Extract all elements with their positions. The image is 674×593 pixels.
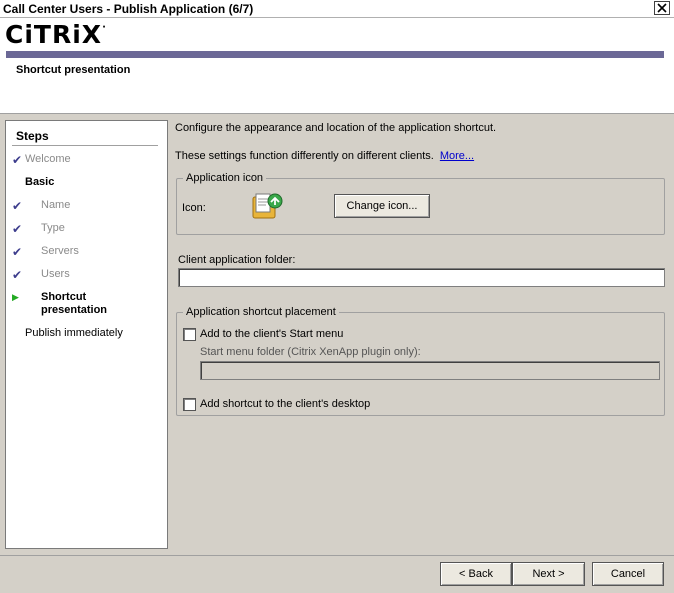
note-text: These settings function differently on d… <box>175 150 475 162</box>
more-link[interactable]: More... <box>440 150 474 162</box>
checkmark-icon: ✔ <box>12 268 23 282</box>
start-menu-checkbox[interactable] <box>183 328 196 341</box>
step-shortcut-presentation: ▶ Shortcut presentation <box>12 291 108 316</box>
close-button[interactable] <box>654 1 670 15</box>
next-button[interactable]: Next > <box>512 562 585 586</box>
start-menu-folder-input[interactable] <box>200 361 660 380</box>
intro-text: Configure the appearance and location of… <box>175 122 497 134</box>
application-icon-legend: Application icon <box>186 172 264 184</box>
step-publish-immediately: Publish immediately <box>25 327 123 339</box>
desktop-shortcut-checkbox-label[interactable]: Add shortcut to the client's desktop <box>200 398 370 410</box>
brand-bar <box>6 51 664 58</box>
footer-divider <box>0 555 674 556</box>
shortcut-placement-legend: Application shortcut placement <box>186 306 336 318</box>
checkmark-icon: ✔ <box>12 222 23 236</box>
checkmark-icon: ✔ <box>12 153 23 167</box>
icon-label: Icon: <box>182 202 206 214</box>
title-bar: Call Center Users - Publish Application … <box>0 0 674 18</box>
back-button[interactable]: < Back <box>440 562 512 586</box>
cancel-button[interactable]: Cancel <box>592 562 664 586</box>
app-shortcut-icon <box>252 193 283 219</box>
close-icon <box>657 3 667 13</box>
window-title: Call Center Users - Publish Application … <box>3 2 254 16</box>
start-menu-checkbox-label[interactable]: Add to the client's Start menu <box>200 328 343 340</box>
page-subtitle: Shortcut presentation <box>16 64 131 76</box>
checkmark-icon: ✔ <box>12 245 23 259</box>
current-step-arrow-icon: ▶ <box>12 292 19 302</box>
wizard-header: CiTRiX· Shortcut presentation <box>0 18 674 114</box>
steps-panel: Steps ✔ Welcome Basic ✔ Name ✔ Type ✔ Se… <box>5 120 168 549</box>
checkmark-icon: ✔ <box>12 199 23 213</box>
desktop-shortcut-checkbox[interactable] <box>183 398 196 411</box>
application-icon <box>251 190 285 222</box>
client-folder-input[interactable] <box>178 268 665 287</box>
start-menu-folder-label: Start menu folder (Citrix XenApp plugin … <box>200 346 421 358</box>
change-icon-button[interactable]: Change icon... <box>334 194 430 218</box>
step-section-basic: Basic <box>25 176 55 188</box>
client-folder-label: Client application folder: <box>178 254 296 266</box>
citrix-logo: CiTRiX· <box>5 20 107 49</box>
steps-divider <box>12 145 158 146</box>
steps-heading: Steps <box>16 129 49 143</box>
